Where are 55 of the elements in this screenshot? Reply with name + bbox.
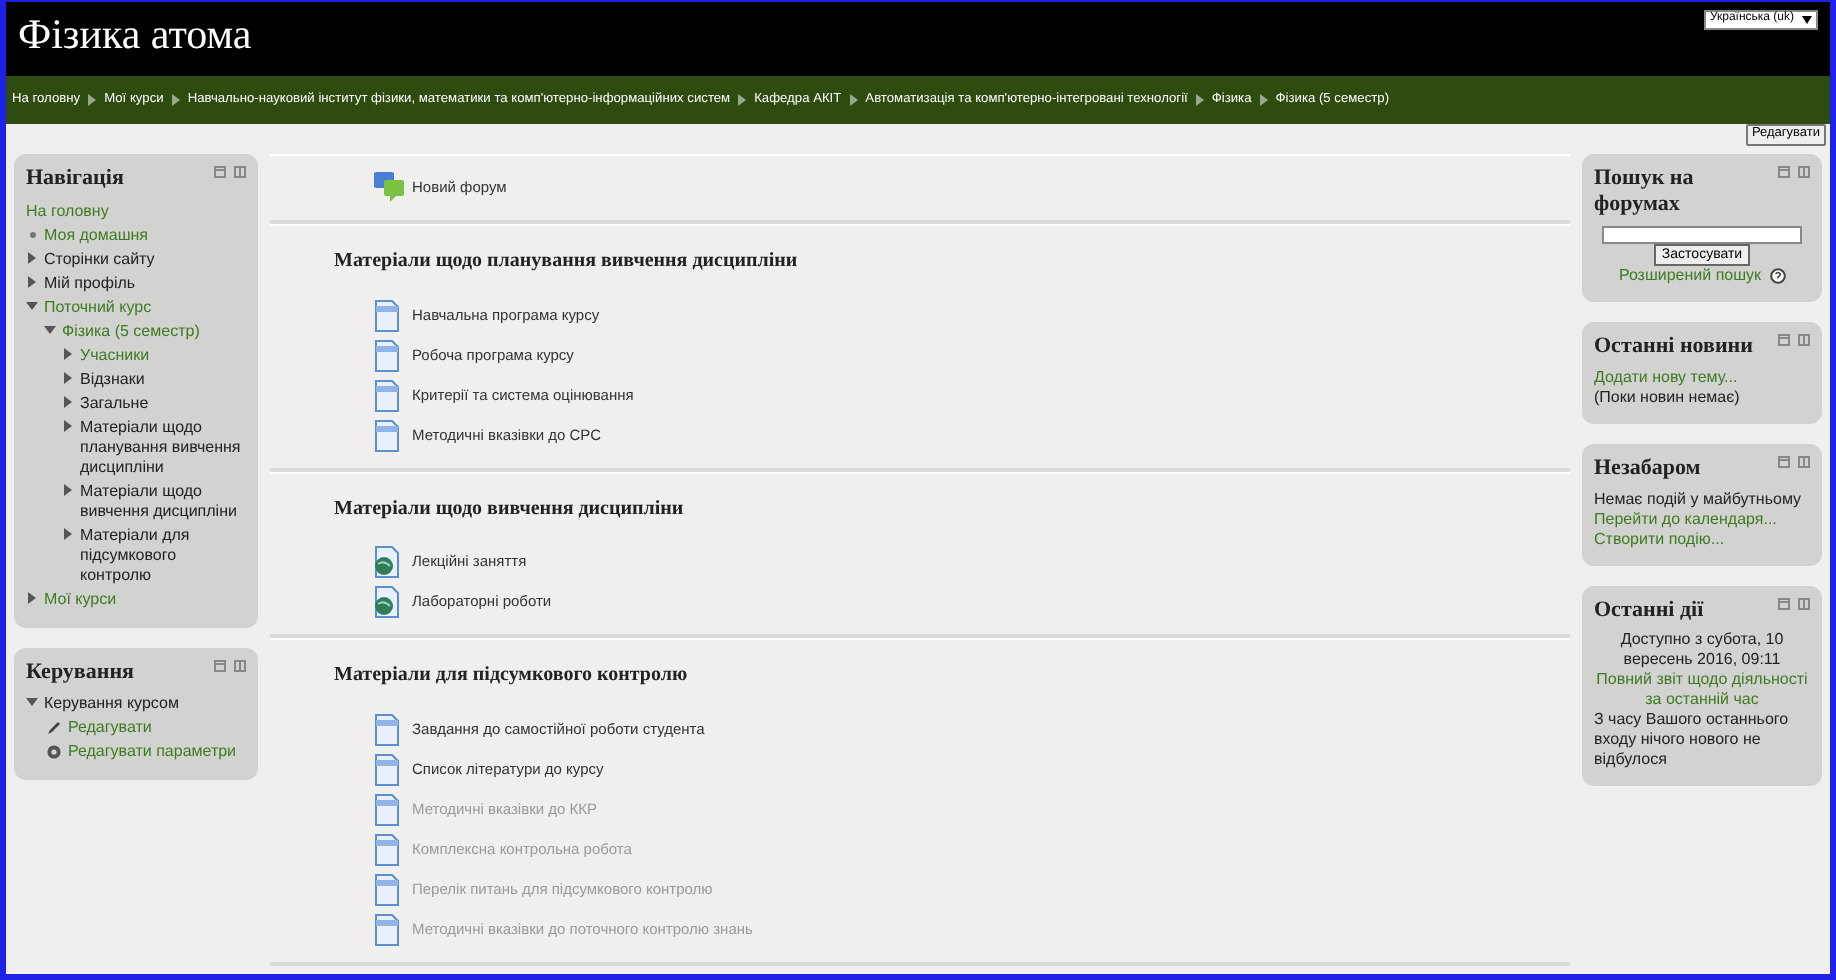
- separator-icon: [738, 94, 747, 106]
- collapsed-arrow-icon[interactable]: [63, 396, 73, 409]
- site-title: Фізика атома: [18, 10, 252, 61]
- nav-link[interactable]: Мій профіль: [44, 273, 136, 294]
- nav-link[interactable]: Загальне: [80, 393, 149, 414]
- bullet-icon: [29, 231, 35, 238]
- block-title: Останні дії: [1594, 597, 1704, 623]
- expanded-arrow-icon[interactable]: [26, 698, 38, 709]
- section-heading: Матеріали щодо планування вивчення дисципліни: [334, 250, 800, 275]
- separator-icon: [1259, 94, 1268, 106]
- block-text: Немає подій у майбутньому: [1594, 489, 1804, 510]
- block-text: Доступно з субота, 10 вересень 2016, 09:11: [1618, 630, 1786, 671]
- nav-link[interactable]: Фізика (5 семестр): [62, 321, 200, 342]
- nav-link[interactable]: Відзнаки: [80, 369, 145, 390]
- block-title: Навігація: [26, 166, 124, 192]
- block-title: Пошук на форумах: [1594, 166, 1696, 217]
- expanded-arrow-icon[interactable]: [26, 301, 38, 312]
- nav-link[interactable]: Матеріали щодо вивчення дисципліни: [80, 481, 246, 522]
- nav-link[interactable]: Матеріали щодо планування вивчення дисципліни: [80, 417, 246, 478]
- search-field[interactable]: [1602, 225, 1802, 244]
- separator-icon: [1195, 94, 1204, 106]
- block-title: Останні новини: [1594, 334, 1753, 361]
- caret-icon[interactable]: [1802, 15, 1812, 24]
- collapsed-arrow-icon[interactable]: [63, 348, 73, 361]
- block-title: Керування: [26, 659, 134, 685]
- block-link[interactable]: Створити подію...: [1594, 529, 1810, 550]
- collapsed-arrow-icon[interactable]: [63, 420, 73, 433]
- nav-link[interactable]: Мої курси: [44, 589, 117, 610]
- nav-link[interactable]: Сторінки сайту: [44, 249, 155, 270]
- collapsed-arrow-icon[interactable]: [63, 372, 73, 385]
- block-title: Незабаром: [1594, 456, 1701, 482]
- section-heading: Матеріали для підсумкового контролю: [334, 664, 690, 689]
- nav-link[interactable]: Редагувати параметри: [68, 742, 237, 763]
- help-icon[interactable]: [1769, 268, 1786, 285]
- collapsed-arrow-icon[interactable]: [27, 252, 37, 265]
- collapsed-arrow-icon[interactable]: [63, 528, 73, 541]
- block-text: З часу Вашого останнього входу нічого нового не відбулося: [1594, 710, 1791, 771]
- nav-link[interactable]: На головну: [26, 201, 109, 222]
- nav-link[interactable]: Поточний курс: [44, 297, 152, 318]
- separator-icon: [849, 94, 858, 106]
- section-heading: Матеріали щодо вивчення дисципліни: [334, 497, 686, 522]
- forum-icon: [374, 172, 406, 204]
- separator-icon: [171, 94, 180, 106]
- collapsed-arrow-icon[interactable]: [63, 484, 73, 497]
- nav-link[interactable]: Керування курсом: [44, 694, 179, 715]
- block-link[interactable]: Додати нову тему...: [1594, 368, 1810, 389]
- pencil-icon: [45, 719, 61, 736]
- block-link[interactable]: Повний звіт щодо діяльності за останній час: [1594, 670, 1810, 711]
- expanded-arrow-icon[interactable]: [44, 325, 56, 336]
- collapsed-arrow-icon[interactable]: [27, 592, 37, 605]
- block-text: (Поки новин немає): [1594, 388, 1742, 409]
- gear-icon: [45, 743, 61, 760]
- nav-link[interactable]: Матеріали для підсумкового контролю: [80, 525, 246, 586]
- collapsed-arrow-icon[interactable]: [27, 276, 37, 289]
- separator-icon: [88, 94, 97, 106]
